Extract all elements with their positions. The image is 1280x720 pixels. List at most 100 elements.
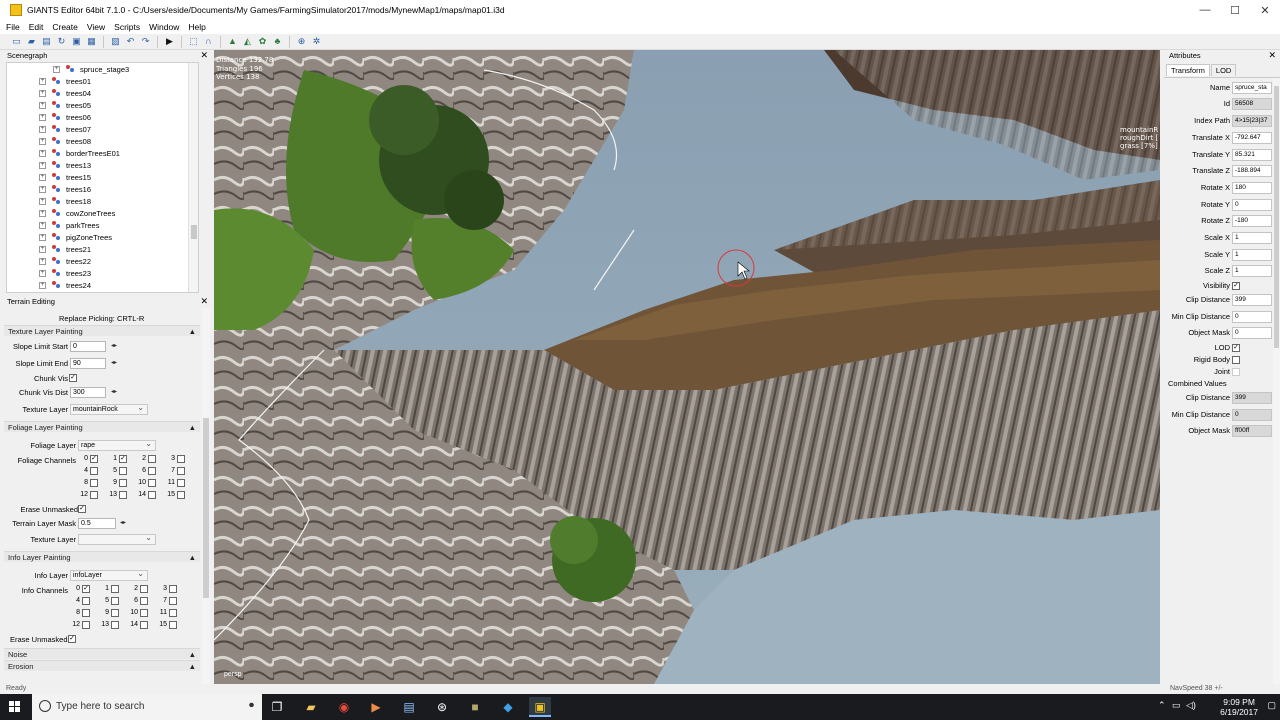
close-button[interactable]: ✕ <box>1250 4 1280 17</box>
steam-icon[interactable]: ⊛ <box>431 697 453 717</box>
expand-icon[interactable]: + <box>53 65 60 73</box>
taskbar-search-box[interactable]: Type here to search ⏺ <box>32 694 262 720</box>
kodi-icon[interactable]: ◆ <box>497 697 519 717</box>
erase-unmasked-checkbox[interactable]: ✓ <box>78 505 86 513</box>
joint-checkbox[interactable] <box>1232 368 1240 376</box>
redo-icon[interactable]: ↷ <box>139 35 152 48</box>
channel-checkbox[interactable] <box>82 597 90 605</box>
expand-icon[interactable]: + <box>39 257 46 265</box>
tree-item[interactable]: + cowZoneTrees <box>7 207 198 219</box>
terrain-paint-icon[interactable]: ◭ <box>241 35 254 48</box>
channel-checkbox[interactable] <box>140 585 148 593</box>
object-mask-input[interactable]: 0 <box>1232 327 1272 339</box>
microphone-icon[interactable]: ⏺ <box>249 700 254 711</box>
channel-checkbox[interactable] <box>140 621 148 629</box>
taskbar-clock[interactable]: 9:09 PM 6/19/2017 <box>1220 697 1258 717</box>
channel-checkbox[interactable]: ✓ <box>119 455 127 463</box>
play-icon[interactable]: ▶ <box>163 35 176 48</box>
menu-file[interactable]: File <box>6 22 20 32</box>
min-clip-distance-input[interactable]: 0 <box>1232 311 1272 323</box>
expand-icon[interactable]: + <box>39 281 46 289</box>
save-icon[interactable]: ▣ <box>70 35 83 48</box>
channel-checkbox[interactable] <box>119 479 127 487</box>
task-view-icon[interactable]: ❐ <box>266 697 288 717</box>
expand-icon[interactable]: + <box>39 209 46 217</box>
menu-scripts[interactable]: Scripts <box>114 22 140 32</box>
scale-z-input[interactable]: 1 <box>1232 265 1272 277</box>
scenegraph-tree[interactable]: + spruce_stage3 + trees01 + trees04 + trees0… <box>6 62 199 293</box>
tree-item[interactable]: + trees15 <box>7 171 198 183</box>
file-explorer-icon[interactable]: ▰ <box>300 697 322 717</box>
3d-viewport[interactable]: Distance 132.78 Triangles 196 Vertices 1… <box>214 50 1160 684</box>
channel-checkbox[interactable] <box>148 467 156 475</box>
magnet-icon[interactable]: ∩ <box>202 35 215 48</box>
channel-checkbox[interactable] <box>111 597 119 605</box>
texture-layer-select[interactable]: mountainRock <box>70 403 148 415</box>
scale-x-input[interactable]: 1 <box>1232 232 1272 244</box>
spinner-arrows-icon[interactable]: ◂▸ <box>108 341 120 352</box>
foliage-layer-select[interactable]: rape <box>78 439 156 451</box>
chrome-icon[interactable]: ◉ <box>333 697 355 717</box>
channel-checkbox[interactable]: ✓ <box>90 455 98 463</box>
texture-layer-select[interactable] <box>78 533 156 545</box>
undo-icon[interactable]: ↶ <box>124 35 137 48</box>
clip-distance-input[interactable]: 399 <box>1232 294 1272 306</box>
expand-icon[interactable]: + <box>39 125 46 133</box>
channel-checkbox[interactable] <box>111 609 119 617</box>
channel-checkbox[interactable] <box>169 621 177 629</box>
channel-checkbox[interactable] <box>119 467 127 475</box>
media-player-icon[interactable]: ▶ <box>365 697 387 717</box>
expand-icon[interactable]: + <box>39 269 46 277</box>
minimize-button[interactable]: — <box>1190 4 1220 16</box>
tree-item[interactable]: + trees18 <box>7 195 198 207</box>
tree-item[interactable]: + trees04 <box>7 87 198 99</box>
network-icon[interactable]: ▭ <box>1172 700 1181 711</box>
tree-item[interactable]: + parkTrees <box>7 219 198 231</box>
menu-window[interactable]: Window <box>149 22 179 32</box>
collapse-icon[interactable]: ▲ <box>189 423 196 432</box>
noise-section[interactable]: Noise ▲ <box>4 648 200 659</box>
tree-item[interactable]: + trees06 <box>7 111 198 123</box>
gizmo-icon[interactable]: ⊕ <box>295 35 308 48</box>
collapse-icon[interactable]: ▲ <box>189 650 196 659</box>
channel-checkbox[interactable] <box>177 455 185 463</box>
texture-layer-painting-section[interactable]: Texture Layer Painting ▲ <box>4 325 200 336</box>
spinner-arrows-icon[interactable]: ◂▸ <box>108 387 120 398</box>
collapse-icon[interactable]: ▲ <box>189 327 196 336</box>
channel-checkbox[interactable] <box>140 597 148 605</box>
expand-icon[interactable]: + <box>39 149 46 157</box>
channel-checkbox[interactable] <box>90 479 98 487</box>
tab-transform[interactable]: Transform <box>1166 64 1210 76</box>
select-tool-icon[interactable]: ⬚ <box>187 35 200 48</box>
expand-icon[interactable]: + <box>39 197 46 205</box>
expand-icon[interactable]: + <box>39 101 46 109</box>
scenegraph-scrollbar[interactable] <box>188 63 198 292</box>
tree-item[interactable]: + trees01 <box>7 75 198 87</box>
tab-lod[interactable]: LOD <box>1210 64 1237 76</box>
channel-checkbox[interactable] <box>111 621 119 629</box>
channel-checkbox[interactable] <box>148 491 156 499</box>
chunk-vis-dist-input[interactable]: 300 <box>70 387 106 398</box>
export-icon[interactable]: ▧ <box>109 35 122 48</box>
name-input[interactable]: spruce_sta <box>1232 82 1272 94</box>
collapse-icon[interactable]: ▲ <box>189 553 196 562</box>
rotate-z-input[interactable]: -180 <box>1232 215 1272 227</box>
channel-checkbox[interactable] <box>148 479 156 487</box>
channel-checkbox[interactable] <box>119 491 127 499</box>
tree-item[interactable]: + trees22 <box>7 255 198 267</box>
terrain-scrollbar[interactable] <box>202 308 210 684</box>
rotate-x-input[interactable]: 180 <box>1232 182 1272 194</box>
rigid-body-checkbox[interactable] <box>1232 356 1240 364</box>
tree-item[interactable]: + trees05 <box>7 99 198 111</box>
channel-checkbox[interactable]: ✓ <box>82 585 90 593</box>
expand-icon[interactable]: + <box>39 221 46 229</box>
terrain-layer-mask-input[interactable]: 0.5 <box>78 518 116 529</box>
erosion-section[interactable]: Erosion ▲ <box>4 660 200 671</box>
start-button[interactable] <box>0 694 32 720</box>
scrollbar-thumb[interactable] <box>203 418 209 598</box>
channel-checkbox[interactable] <box>177 491 185 499</box>
reload-icon[interactable]: ↻ <box>55 35 68 48</box>
tree-item[interactable]: + trees21 <box>7 243 198 255</box>
terrain-sculpt-icon[interactable]: ▲ <box>226 35 239 48</box>
rotate-y-input[interactable]: 0 <box>1232 199 1272 211</box>
